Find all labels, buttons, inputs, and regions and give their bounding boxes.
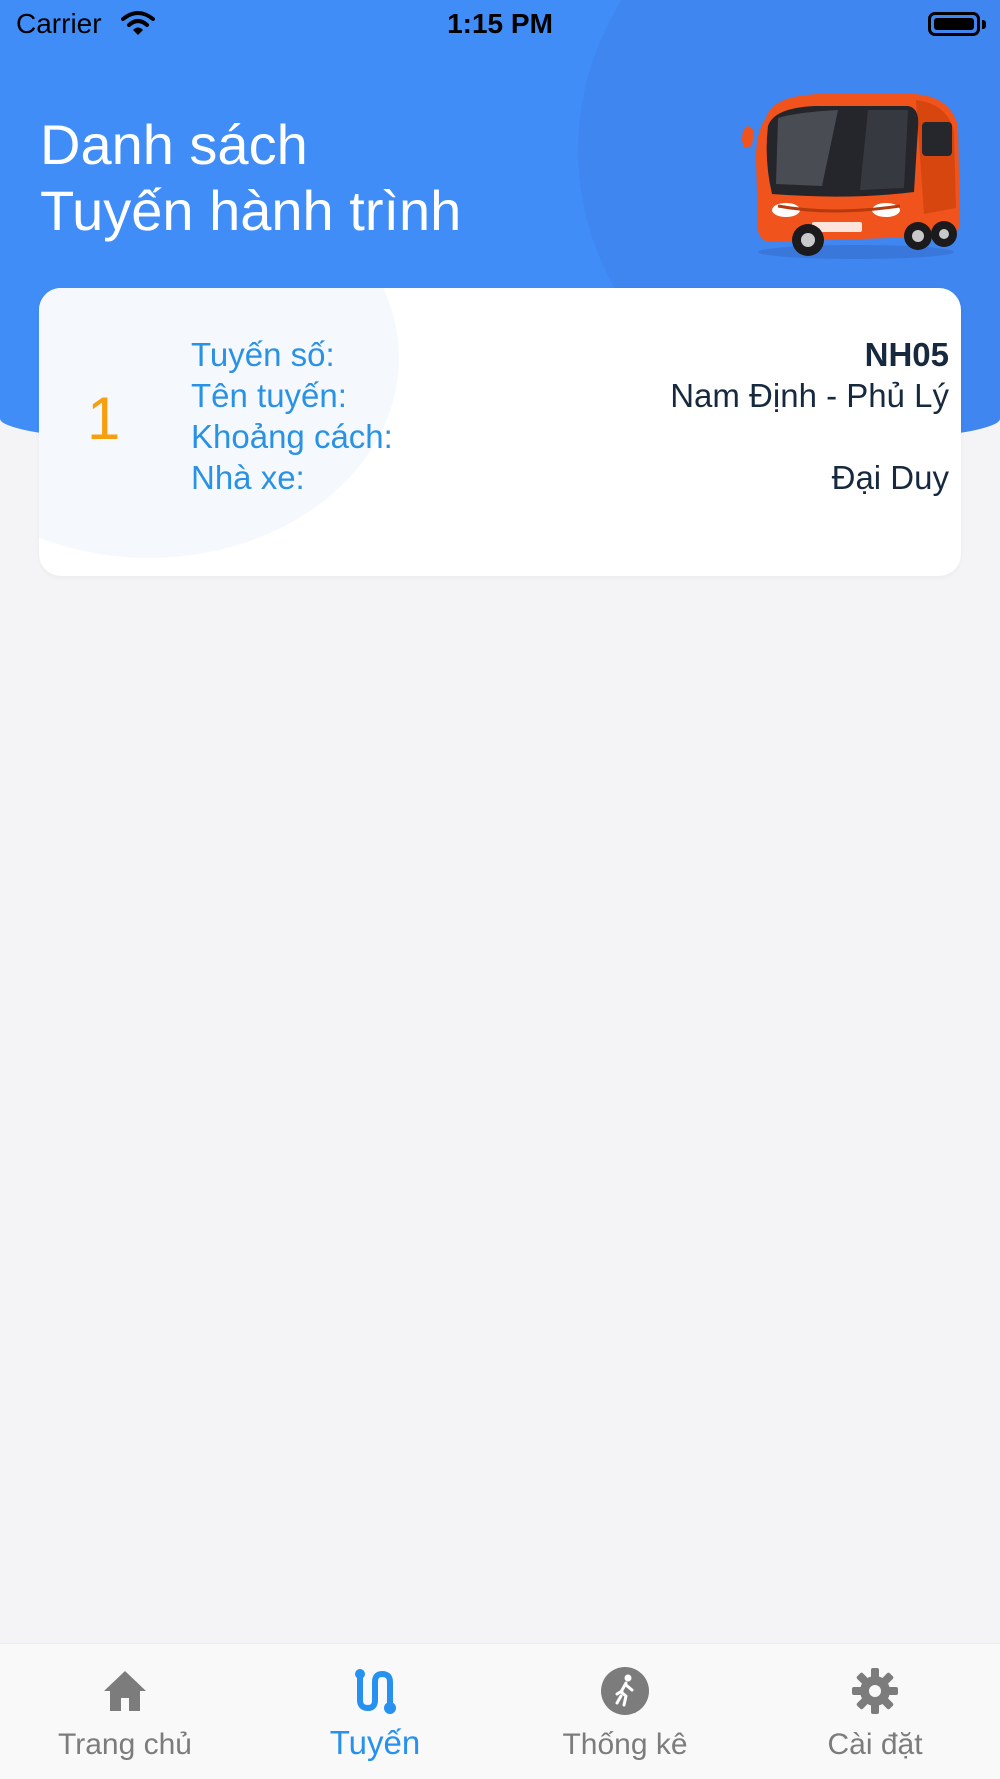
tab-home[interactable]: Trang chủ [0, 1644, 250, 1779]
route-operator-row: Nhà xe: Đại Duy [191, 459, 949, 499]
tab-statistics[interactable]: Thống kê [500, 1644, 750, 1779]
page-title-line1: Danh sách [40, 113, 308, 176]
gear-icon [852, 1668, 898, 1714]
battery-icon [928, 12, 980, 36]
page-title-line2: Tuyến hành trình [40, 179, 462, 242]
status-bar: Carrier 1:15 PM [0, 0, 1000, 50]
route-distance-row: Khoảng cách: [191, 418, 949, 458]
tab-routes[interactable]: Tuyến [250, 1644, 500, 1779]
route-index: 1 [87, 385, 121, 452]
route-distance-label: Khoảng cách: [191, 418, 393, 455]
status-time: 1:15 PM [447, 8, 553, 39]
tab-home-label: Trang chủ [58, 1728, 192, 1761]
route-card[interactable]: 1 Tuyến số: NH05 Tên tuyến: Nam Định - P… [39, 288, 961, 576]
route-icon [355, 1669, 396, 1714]
route-number-label: Tuyến số: [191, 336, 335, 373]
tab-settings[interactable]: Cài đặt [750, 1644, 1000, 1779]
route-name-row: Tên tuyến: Nam Định - Phủ Lý [191, 377, 949, 417]
route-operator-label: Nhà xe: [191, 459, 305, 496]
battery-tip [982, 20, 986, 29]
tab-bar: Trang chủ Tuyến Thống kê Cài đặt [0, 1643, 1000, 1779]
home-icon [104, 1671, 146, 1711]
tab-routes-label: Tuyến [329, 1724, 421, 1761]
route-number-value: NH05 [864, 336, 949, 373]
route-name-value: Nam Định - Phủ Lý [670, 377, 949, 414]
walking-icon [601, 1667, 649, 1715]
route-operator-value: Đại Duy [831, 459, 949, 496]
tab-statistics-label: Thống kê [562, 1728, 688, 1761]
tab-settings-label: Cài đặt [827, 1728, 923, 1761]
bus-illustration [742, 94, 960, 259]
route-name-label: Tên tuyến: [191, 377, 347, 414]
page-title: Danh sách Tuyến hành trình [40, 112, 461, 244]
route-number-row: Tuyến số: NH05 [191, 336, 949, 376]
